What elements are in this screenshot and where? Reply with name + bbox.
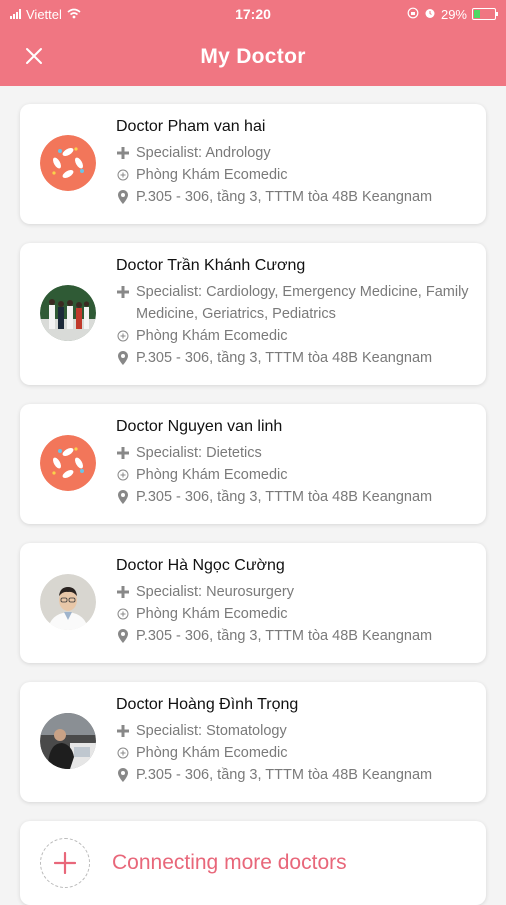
address-row: P.305 - 306, tầng 3, TTTM tòa 48B Keangn… [116,764,470,786]
battery-icon [472,8,498,20]
address-row: P.305 - 306, tầng 3, TTTM tòa 48B Keangn… [116,486,470,508]
doctor-list: Doctor Pham van hai Specialist: Androlog… [0,86,506,905]
doctor-address: P.305 - 306, tầng 3, TTTM tòa 48B Keangn… [136,489,433,505]
address-row: P.305 - 306, tầng 3, TTTM tòa 48B Keangn… [116,625,470,647]
doctor-name: Doctor Nguyen van linh [116,418,283,435]
add-doctor-icon [40,838,90,888]
clinic-row: Phòng Khám Ecomedic [116,464,470,486]
doctor-address: P.305 - 306, tầng 3, TTTM tòa 48B Keangn… [136,767,433,783]
status-right: 29% [407,6,498,22]
alarm-icon [424,7,436,22]
battery-percent: 29% [440,6,467,22]
specialist-row: Specialist: Cardiology, Emergency Medici… [116,281,470,325]
doctor-card[interactable]: Doctor Pham van hai Specialist: Androlog… [20,104,486,224]
doctor-specialist: Specialist: Dietetics [136,445,262,461]
medical-cross-icon [116,281,130,303]
close-icon [26,48,42,64]
doctor-card[interactable]: Doctor Nguyen van linh Specialist: Diete… [20,404,486,524]
battery-fill [474,10,480,18]
doctor-info: Doctor Hà Ngọc Cường Specialist: Neurosu… [116,557,470,647]
doctor-specialist: Specialist: Cardiology, Emergency Medici… [136,284,469,322]
location-pin-icon [116,486,130,508]
doctor-info: Doctor Hoàng Đình Trọng Specialist: Stom… [116,696,470,786]
header-bar: My Doctor [0,28,506,86]
doctor-specialist: Specialist: Stomatology [136,723,287,739]
specialist-row: Specialist: Stomatology [116,720,470,742]
location-pin-icon [116,186,130,208]
location-pin-icon [116,347,130,369]
portrait-avatar [40,574,96,630]
specialist-row: Specialist: Dietetics [116,442,470,464]
specialist-row: Specialist: Neurosurgery [116,581,470,603]
clinic-row: Phòng Khám Ecomedic [116,742,470,764]
doctor-clinic: Phòng Khám Ecomedic [136,467,288,483]
doctor-clinic: Phòng Khám Ecomedic [136,167,288,183]
doctor-name: Doctor Hoàng Đình Trọng [116,696,299,713]
medical-cross-icon [116,720,130,742]
logo-avatar [40,435,96,491]
doctor-address: P.305 - 306, tầng 3, TTTM tòa 48B Keangn… [136,350,433,366]
signal-icon [10,9,21,19]
doctor-card[interactable]: Doctor Trần Khánh Cương Specialist: Card… [20,243,486,385]
logo-avatar [40,135,96,191]
rotation-lock-icon [407,7,419,22]
doctor-specialist: Specialist: Andrology [136,145,271,161]
connect-more-label: Connecting more doctors [112,851,347,874]
connect-more-button[interactable]: Connecting more doctors [20,821,486,905]
status-bar: Viettel 17:20 29% [0,0,506,28]
address-row: P.305 - 306, tầng 3, TTTM tòa 48B Keangn… [116,347,470,369]
doctor-address: P.305 - 306, tầng 3, TTTM tòa 48B Keangn… [136,628,433,644]
clinic-icon [116,742,130,764]
clinic-icon [116,603,130,625]
location-pin-icon [116,625,130,647]
doctor-info: Doctor Nguyen van linh Specialist: Diete… [116,418,470,508]
doctor-clinic: Phòng Khám Ecomedic [136,745,288,761]
page-title: My Doctor [200,45,306,68]
doctor-name: Doctor Pham van hai [116,118,266,135]
doctor-card[interactable]: Doctor Hoàng Đình Trọng Specialist: Stom… [20,682,486,802]
clinic-icon [116,325,130,347]
doctor-address: P.305 - 306, tầng 3, TTTM tòa 48B Keangn… [136,189,433,205]
doctor-info: Doctor Pham van hai Specialist: Androlog… [116,118,470,208]
doctor-info: Doctor Trần Khánh Cương Specialist: Card… [116,257,470,369]
group-photo-avatar [40,285,96,341]
clinic-icon [116,464,130,486]
clinic-row: Phòng Khám Ecomedic [116,325,470,347]
doctor-name: Doctor Hà Ngọc Cường [116,557,285,574]
location-pin-icon [116,764,130,786]
wifi-icon [67,7,81,22]
doctor-clinic: Phòng Khám Ecomedic [136,328,288,344]
doctor-card[interactable]: Doctor Hà Ngọc Cường Specialist: Neurosu… [20,543,486,663]
office-photo-avatar [40,713,96,769]
doctor-name: Doctor Trần Khánh Cương [116,257,306,274]
status-left: Viettel [10,7,81,22]
clinic-row: Phòng Khám Ecomedic [116,164,470,186]
medical-cross-icon [116,142,130,164]
clinic-row: Phòng Khám Ecomedic [116,603,470,625]
close-button[interactable] [20,42,48,70]
status-time: 17:20 [235,6,271,22]
address-row: P.305 - 306, tầng 3, TTTM tòa 48B Keangn… [116,186,470,208]
clinic-icon [116,164,130,186]
medical-cross-icon [116,581,130,603]
doctor-specialist: Specialist: Neurosurgery [136,584,294,600]
medical-cross-icon [116,442,130,464]
doctor-clinic: Phòng Khám Ecomedic [136,606,288,622]
carrier-label: Viettel [26,6,62,22]
specialist-row: Specialist: Andrology [116,142,470,164]
